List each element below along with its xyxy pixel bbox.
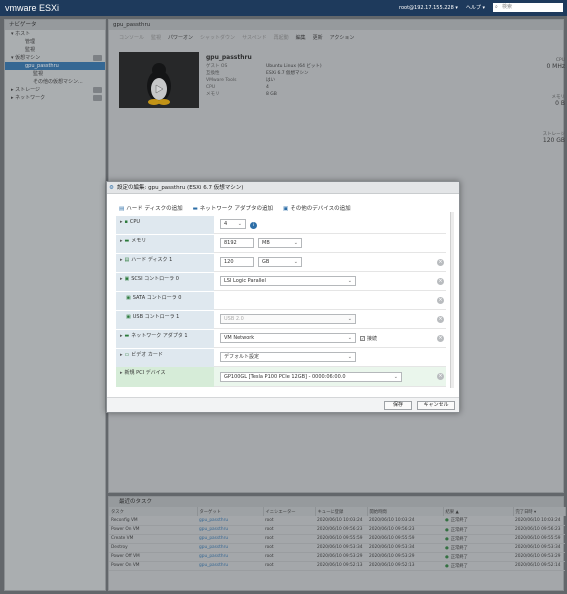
controller-icon: ▣	[126, 295, 131, 301]
vmware-esxi-logo: vmware ESXi	[5, 3, 60, 13]
cpu-icon: ▪	[124, 219, 128, 225]
video-card-icon: ▭	[124, 352, 130, 358]
save-button[interactable]: 保存	[384, 401, 412, 410]
hard-disk-icon: ▤	[124, 257, 130, 263]
gear-icon: ⚙	[109, 185, 114, 191]
remove-device-icon[interactable]: ×	[437, 259, 444, 266]
pci-device-select[interactable]: GP100GL [Tesla P100 PCIe 12GB] - 0000:06…	[220, 372, 402, 382]
usb-type-select: USB 2.0 ⌄	[220, 314, 356, 324]
top-bar: vmware ESXi root@192.17.155.228 ▾ ヘルプ ▾ …	[0, 0, 567, 16]
row-scsi: ▸ ▣ SCSI コントローラ 0 LSI Logic Parallel ⌄ ×	[116, 273, 446, 291]
device-icon: ▣	[283, 206, 289, 212]
network-icon: ▬	[192, 206, 198, 212]
network-select[interactable]: VM Network ⌄	[220, 333, 356, 343]
row-usb: ▣ USB コントローラ 1 USB 2.0 ⌄ ×	[116, 311, 446, 329]
memory-unit-select[interactable]: MB ⌄	[258, 238, 302, 248]
scrollbar[interactable]	[450, 212, 454, 388]
hard-disk-icon: ▤	[119, 206, 125, 212]
remove-device-icon[interactable]: ×	[437, 316, 444, 323]
scsi-type-select[interactable]: LSI Logic Parallel ⌄	[220, 276, 356, 286]
controller-icon: ▣	[124, 276, 130, 282]
cancel-button[interactable]: キャンセル	[417, 401, 455, 410]
disk-size-input[interactable]: 120	[220, 257, 254, 267]
connect-checkbox[interactable]: ✓ 接続	[360, 335, 377, 342]
dialog-footer: 保存 キャンセル	[107, 397, 459, 412]
add-hard-disk-button[interactable]: ▤ ハード ディスクの追加	[119, 204, 183, 212]
row-new-pci-device: ▸ 新規 PCI デバイス GP100GL [Tesla P100 PCIe 12…	[116, 367, 446, 387]
add-network-adapter-button[interactable]: ▬ ネットワーク アダプタの追加	[193, 204, 273, 212]
add-other-device-button[interactable]: ▣ その他のデバイスの追加	[283, 204, 351, 212]
info-icon[interactable]: i	[250, 222, 257, 229]
network-icon: ▬	[124, 333, 130, 339]
row-network-adapter: ▸ ▬ ネットワーク アダプタ 1 VM Network ⌄ ✓ 接続 ×	[116, 330, 446, 348]
row-cpu: ▸ ▪ CPU 4 ⌄ i	[116, 216, 446, 234]
row-hard-disk: ▸ ▤ ハード ディスク 1 120 GB ⌄ ×	[116, 254, 446, 272]
add-device-bar: ▤ ハード ディスクの追加 ▬ ネットワーク アダプタの追加 ▣ その他のデバイスの追…	[119, 204, 351, 212]
video-settings-select[interactable]: デフォルト設定 ⌄	[220, 352, 356, 362]
usb-icon: ▣	[126, 314, 131, 320]
remove-device-icon[interactable]: ×	[437, 297, 444, 304]
search-icon: ⌕	[495, 4, 498, 10]
cpu-count-select[interactable]: 4 ⌄	[220, 219, 246, 229]
row-memory: ▸ ▬ メモリ 8192 MB ⌄	[116, 235, 446, 253]
memory-size-input[interactable]: 8192	[220, 238, 254, 248]
memory-icon: ▬	[124, 238, 130, 244]
user-menu[interactable]: root@192.17.155.228 ▾	[399, 5, 458, 11]
remove-device-icon[interactable]: ×	[437, 373, 444, 380]
remove-device-icon[interactable]: ×	[437, 335, 444, 342]
disk-unit-select[interactable]: GB ⌄	[258, 257, 302, 267]
row-sata: ▣ SATA コントローラ 0 ×	[116, 292, 446, 310]
dialog-title-bar: ⚙ 設定の編集: gpu_passthru (ESXi 6.7 仮想マシン)	[107, 182, 459, 194]
remove-device-icon[interactable]: ×	[437, 278, 444, 285]
device-list: ▸ ▪ CPU 4 ⌄ i ▸ ▬ メモリ 8192 MB ⌄ ▸ ▤ ハード ディスク 1 1…	[116, 216, 446, 390]
help-menu[interactable]: ヘルプ ▾	[466, 4, 485, 11]
search-input[interactable]: ⌕ 検索	[493, 3, 563, 12]
row-video-card: ▸ ▭ ビデオ カード デフォルト設定 ⌄	[116, 349, 446, 367]
